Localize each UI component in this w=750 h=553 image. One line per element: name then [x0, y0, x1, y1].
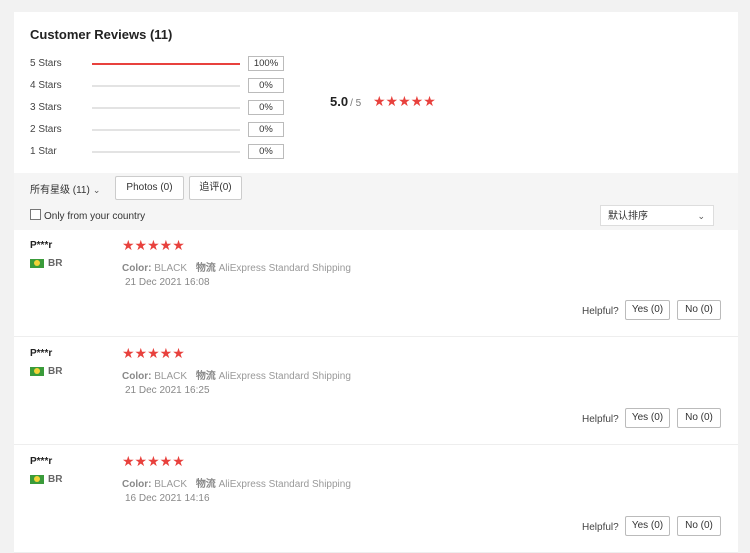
overall-star-icons: ★★★★★	[373, 93, 436, 109]
followup-filter-button[interactable]: 追评(0)	[189, 176, 242, 200]
review-attributes: Color: BLACK 物流 AliExpress Standard Ship…	[122, 259, 351, 274]
helpful-no-button[interactable]: No (0)	[677, 408, 721, 428]
helpful-label: Helpful?	[582, 522, 619, 533]
rating-row-3[interactable]: 3 Stars 0%	[30, 98, 290, 118]
rating-percent: 0%	[248, 122, 284, 137]
helpful-yes-button[interactable]: Yes (0)	[625, 516, 670, 536]
rating-row-label: 1 Star	[30, 146, 57, 157]
rating-bar	[92, 129, 240, 131]
chevron-down-icon: ⌄	[697, 211, 705, 221]
shipping-label: 物流	[195, 263, 216, 274]
helpful-yes-button[interactable]: Yes (0)	[625, 408, 670, 428]
rating-percent: 0%	[248, 144, 284, 159]
rating-bar	[92, 151, 240, 153]
reviewer-country: BR	[48, 366, 63, 377]
reviews-title-text: Customer Reviews	[30, 27, 147, 42]
filter-bar: 所有星级 (11) ⌄ Photos (0) 追评(0) Only from yo…	[14, 173, 738, 230]
brazil-flag-icon	[30, 259, 44, 268]
rating-row-label: 4 Stars	[30, 80, 62, 91]
reviewer-name: P***r	[30, 348, 53, 359]
rating-percent: 0%	[248, 100, 284, 115]
chevron-down-icon: ⌄	[92, 185, 101, 195]
rating-row-4[interactable]: 4 Stars 0%	[30, 76, 290, 96]
rating-row-label: 5 Stars	[30, 58, 62, 69]
sort-dropdown[interactable]: 默认排序 ⌄	[600, 205, 714, 226]
all-stars-dropdown[interactable]: 所有星级 (11) ⌄	[30, 181, 100, 196]
color-label: Color:	[122, 479, 152, 490]
brazil-flag-icon	[30, 367, 44, 376]
color-value: BLACK	[154, 479, 188, 490]
overall-out-of: / 5	[350, 98, 362, 109]
overall-rating: 5.0/ 5 ★★★★★	[330, 93, 436, 109]
review-star-icons: ★★★★★	[122, 345, 185, 361]
rating-row-5[interactable]: 5 Stars 100%	[30, 54, 290, 74]
helpful-no-button[interactable]: No (0)	[677, 516, 721, 536]
helpful-no-button[interactable]: No (0)	[677, 300, 721, 320]
country-filter[interactable]: Only from your country	[30, 209, 145, 222]
rating-percent: 100%	[248, 56, 284, 71]
color-value: BLACK	[154, 371, 188, 382]
photos-filter-button[interactable]: Photos (0)	[115, 176, 184, 200]
helpful-label: Helpful?	[582, 306, 619, 317]
rating-row-1[interactable]: 1 Star 0%	[30, 142, 290, 162]
rating-row-label: 2 Stars	[30, 124, 62, 135]
review-star-icons: ★★★★★	[122, 453, 185, 469]
country-filter-label: Only from your country	[44, 211, 146, 222]
reviewer-name: P***r	[30, 240, 53, 251]
shipping-value: AliExpress Standard Shipping	[218, 479, 351, 490]
shipping-value: AliExpress Standard Shipping	[218, 263, 351, 274]
review-date: 21 Dec 2021 16:08	[125, 277, 210, 288]
country-checkbox[interactable]	[30, 209, 41, 220]
sort-label: 默认排序	[608, 211, 648, 222]
reviews-count: (11)	[149, 27, 173, 42]
color-label: Color:	[122, 371, 152, 382]
reviewer-country: BR	[48, 474, 63, 485]
all-stars-label: 所有星级 (11)	[30, 185, 90, 196]
shipping-value: AliExpress Standard Shipping	[218, 371, 351, 382]
color-label: Color:	[122, 263, 152, 274]
shipping-label: 物流	[195, 371, 216, 382]
reviews-card: Customer Reviews (11) 5 Stars 100% 4 Sta…	[14, 12, 738, 553]
review-item: P***r BR ★★★★★ Color: BLACK 物流 AliExpres…	[14, 338, 738, 445]
review-date: 16 Dec 2021 14:16	[125, 493, 210, 504]
reviewer-name: P***r	[30, 456, 53, 467]
rating-row-label: 3 Stars	[30, 102, 62, 113]
rating-percent: 0%	[248, 78, 284, 93]
review-star-icons: ★★★★★	[122, 237, 185, 253]
rating-bar	[92, 85, 240, 87]
rating-bar-fill	[92, 63, 240, 65]
review-date: 21 Dec 2021 16:25	[125, 385, 210, 396]
helpful-yes-button[interactable]: Yes (0)	[625, 300, 670, 320]
reviewer-country: BR	[48, 258, 63, 269]
rating-bar	[92, 63, 240, 65]
shipping-label: 物流	[195, 479, 216, 490]
overall-score: 5.0	[330, 94, 349, 109]
reviews-title: Customer Reviews (11)	[30, 27, 172, 42]
review-attributes: Color: BLACK 物流 AliExpress Standard Ship…	[122, 367, 351, 382]
review-attributes: Color: BLACK 物流 AliExpress Standard Ship…	[122, 475, 351, 490]
rating-row-2[interactable]: 2 Stars 0%	[30, 120, 290, 140]
helpful-label: Helpful?	[582, 414, 619, 425]
review-item: P***r BR ★★★★★ Color: BLACK 物流 AliExpres…	[14, 230, 738, 337]
color-value: BLACK	[154, 263, 188, 274]
brazil-flag-icon	[30, 475, 44, 484]
rating-bar	[92, 107, 240, 109]
